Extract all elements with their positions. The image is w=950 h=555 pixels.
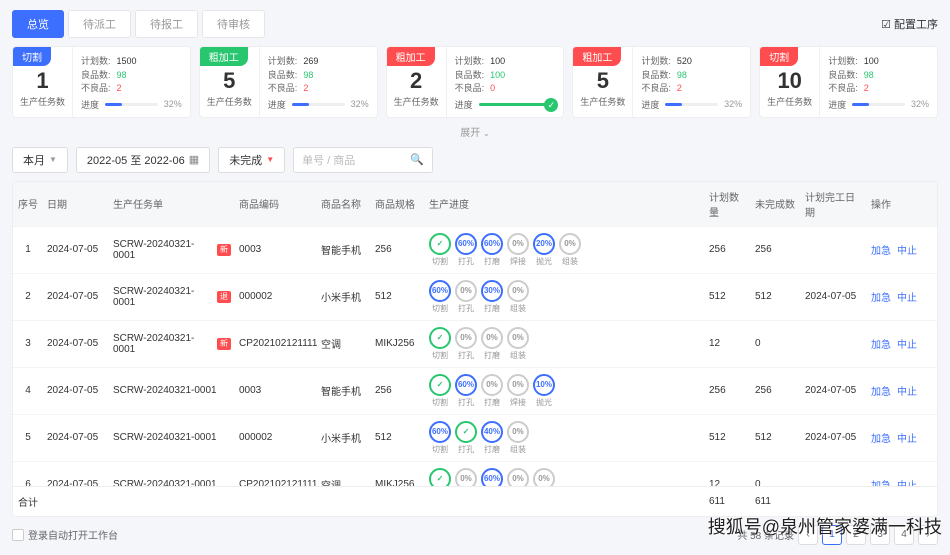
card-number: 5 <box>577 69 628 93</box>
progress-step[interactable]: 40%打磨 <box>481 421 503 455</box>
urgent-link[interactable]: 加急 <box>871 477 891 486</box>
progress-step[interactable]: 60%切割 <box>429 280 451 314</box>
table-footer: 合计 611 611 <box>13 486 937 516</box>
date-range-filter[interactable]: 2022-05 至 2022-06 ▦ <box>76 147 210 173</box>
status-badge: 新 <box>217 244 231 256</box>
progress-step[interactable]: ✓切割 <box>429 233 451 267</box>
tab-2[interactable]: 待报工 <box>135 10 198 38</box>
card-tag: 切割 <box>13 47 51 66</box>
card-tag: 粗加工 <box>387 47 435 66</box>
stat-card[interactable]: 粗加工2生产任务数计划数:100良品数:100不良品:0进度✓ <box>386 46 565 118</box>
urgent-link[interactable]: 加急 <box>871 430 891 445</box>
progress-step[interactable]: 30%打磨 <box>481 280 503 314</box>
card-sub: 生产任务数 <box>204 95 255 108</box>
progress-step[interactable]: 10%抛光 <box>533 374 555 408</box>
table-header: 序号 日期 生产任务单 商品编码 商品名称 商品规格 生产进度 计划数量 未完成… <box>13 182 937 226</box>
card-tag: 粗加工 <box>573 47 621 66</box>
stat-card[interactable]: 粗加工5生产任务数计划数:520良品数:98不良品:2进度32% <box>572 46 751 118</box>
main-tabs: 总览待派工待报工待审核 <box>12 10 265 38</box>
card-number: 2 <box>391 69 442 93</box>
stop-link[interactable]: 中止 <box>897 430 917 445</box>
progress-step[interactable]: 0%打孔 <box>455 468 477 486</box>
period-filter[interactable]: 本月 ▼ <box>12 147 68 173</box>
task-table: 序号 日期 生产任务单 商品编码 商品名称 商品规格 生产进度 计划数量 未完成… <box>12 181 938 517</box>
table-row: 52024-07-05SCRW-20240321-0001000002小米手机5… <box>13 414 937 461</box>
status-badge: 新 <box>217 338 231 350</box>
urgent-link[interactable]: 加急 <box>871 383 891 398</box>
card-number: 1 <box>17 69 68 93</box>
progress-step[interactable]: 0%组装 <box>533 468 555 486</box>
progress-step[interactable]: 0%焊接 <box>507 233 529 267</box>
table-row: 22024-07-05SCRW-20240321-0001退000002小米手机… <box>13 273 937 320</box>
progress-step[interactable]: 0%抛光 <box>507 468 529 486</box>
expand-toggle[interactable]: 展开 ⌄ <box>12 124 938 139</box>
card-tag: 粗加工 <box>200 47 248 66</box>
progress-step[interactable]: ✓切割 <box>429 468 451 486</box>
progress-step[interactable]: ✓切割 <box>429 327 451 361</box>
card-number: 10 <box>764 69 815 93</box>
table-row: 32024-07-05SCRW-20240321-0001新CP20210212… <box>13 320 937 367</box>
progress-step[interactable]: 60%打磨 <box>481 233 503 267</box>
chevron-down-icon: ⌄ <box>483 129 490 138</box>
watermark: 搜狐号@泉州管家婆满一科技 <box>708 513 942 539</box>
tab-0[interactable]: 总览 <box>12 10 64 38</box>
stat-cards: 切割1生产任务数计划数:1500良品数:98不良品:2进度32%粗加工5生产任务… <box>12 46 938 118</box>
card-sub: 生产任务数 <box>577 95 628 108</box>
card-sub: 生产任务数 <box>17 95 68 108</box>
progress-step[interactable]: 20%抛光 <box>533 233 555 267</box>
tab-3[interactable]: 待审核 <box>202 10 265 38</box>
urgent-link[interactable]: 加急 <box>871 289 891 304</box>
stop-link[interactable]: 中止 <box>897 477 917 486</box>
urgent-link[interactable]: 加急 <box>871 242 891 257</box>
stat-card[interactable]: 切割1生产任务数计划数:1500良品数:98不良品:2进度32% <box>12 46 191 118</box>
progress-step[interactable]: 0%打磨 <box>481 327 503 361</box>
filter-bar: 本月 ▼ 2022-05 至 2022-06 ▦ 未完成 ▼ 单号 / 商品🔍 <box>12 147 938 173</box>
stat-card[interactable]: 粗加工5生产任务数计划数:269良品数:98不良品:2进度32% <box>199 46 378 118</box>
progress-step[interactable]: 0%打孔 <box>455 280 477 314</box>
checkbox-icon <box>12 529 24 541</box>
table-row: 12024-07-05SCRW-20240321-0001新0003智能手机25… <box>13 226 937 273</box>
card-number: 5 <box>204 69 255 93</box>
progress-step[interactable]: 60%打孔 <box>455 374 477 408</box>
stat-card[interactable]: 切割10生产任务数计划数:100良品数:98不良品:2进度32% <box>759 46 938 118</box>
progress-step[interactable]: 60%切割 <box>429 421 451 455</box>
calendar-icon: ▦ <box>189 153 199 166</box>
config-process-link[interactable]: ☑ 配置工序 <box>881 16 938 32</box>
stop-link[interactable]: 中止 <box>897 289 917 304</box>
stop-link[interactable]: 中止 <box>897 336 917 351</box>
progress-step[interactable]: ✓打孔 <box>455 421 477 455</box>
search-input[interactable]: 单号 / 商品🔍 <box>293 147 433 173</box>
table-row: 42024-07-05SCRW-20240321-00010003智能手机256… <box>13 367 937 414</box>
card-sub: 生产任务数 <box>391 95 442 108</box>
config-icon: ☑ <box>881 18 891 31</box>
tab-1[interactable]: 待派工 <box>68 10 131 38</box>
search-icon: 🔍 <box>410 153 424 166</box>
auto-open-checkbox[interactable]: 登录自动打开工作台 <box>12 527 118 542</box>
progress-step[interactable]: 60%打孔 <box>455 233 477 267</box>
progress-step[interactable]: 0%组装 <box>507 280 529 314</box>
progress-step[interactable]: 0%焊接 <box>507 374 529 408</box>
urgent-link[interactable]: 加急 <box>871 336 891 351</box>
progress-step[interactable]: 0%组装 <box>559 233 581 267</box>
status-badge: 退 <box>217 291 231 303</box>
status-filter[interactable]: 未完成 ▼ <box>218 147 285 173</box>
card-sub: 生产任务数 <box>764 95 815 108</box>
progress-step[interactable]: 0%打孔 <box>455 327 477 361</box>
progress-step[interactable]: 0%打磨 <box>481 374 503 408</box>
stop-link[interactable]: 中止 <box>897 242 917 257</box>
progress-step[interactable]: ✓切割 <box>429 374 451 408</box>
card-tag: 切割 <box>760 47 798 66</box>
table-row: 62024-07-05SCRW-20240321-0001CP202102121… <box>13 461 937 486</box>
progress-step[interactable]: 0%组装 <box>507 421 529 455</box>
progress-step[interactable]: 60%打磨 <box>481 468 503 486</box>
progress-step[interactable]: 0%组装 <box>507 327 529 361</box>
stop-link[interactable]: 中止 <box>897 383 917 398</box>
check-icon: ✓ <box>544 98 558 112</box>
config-label: 配置工序 <box>894 16 938 32</box>
